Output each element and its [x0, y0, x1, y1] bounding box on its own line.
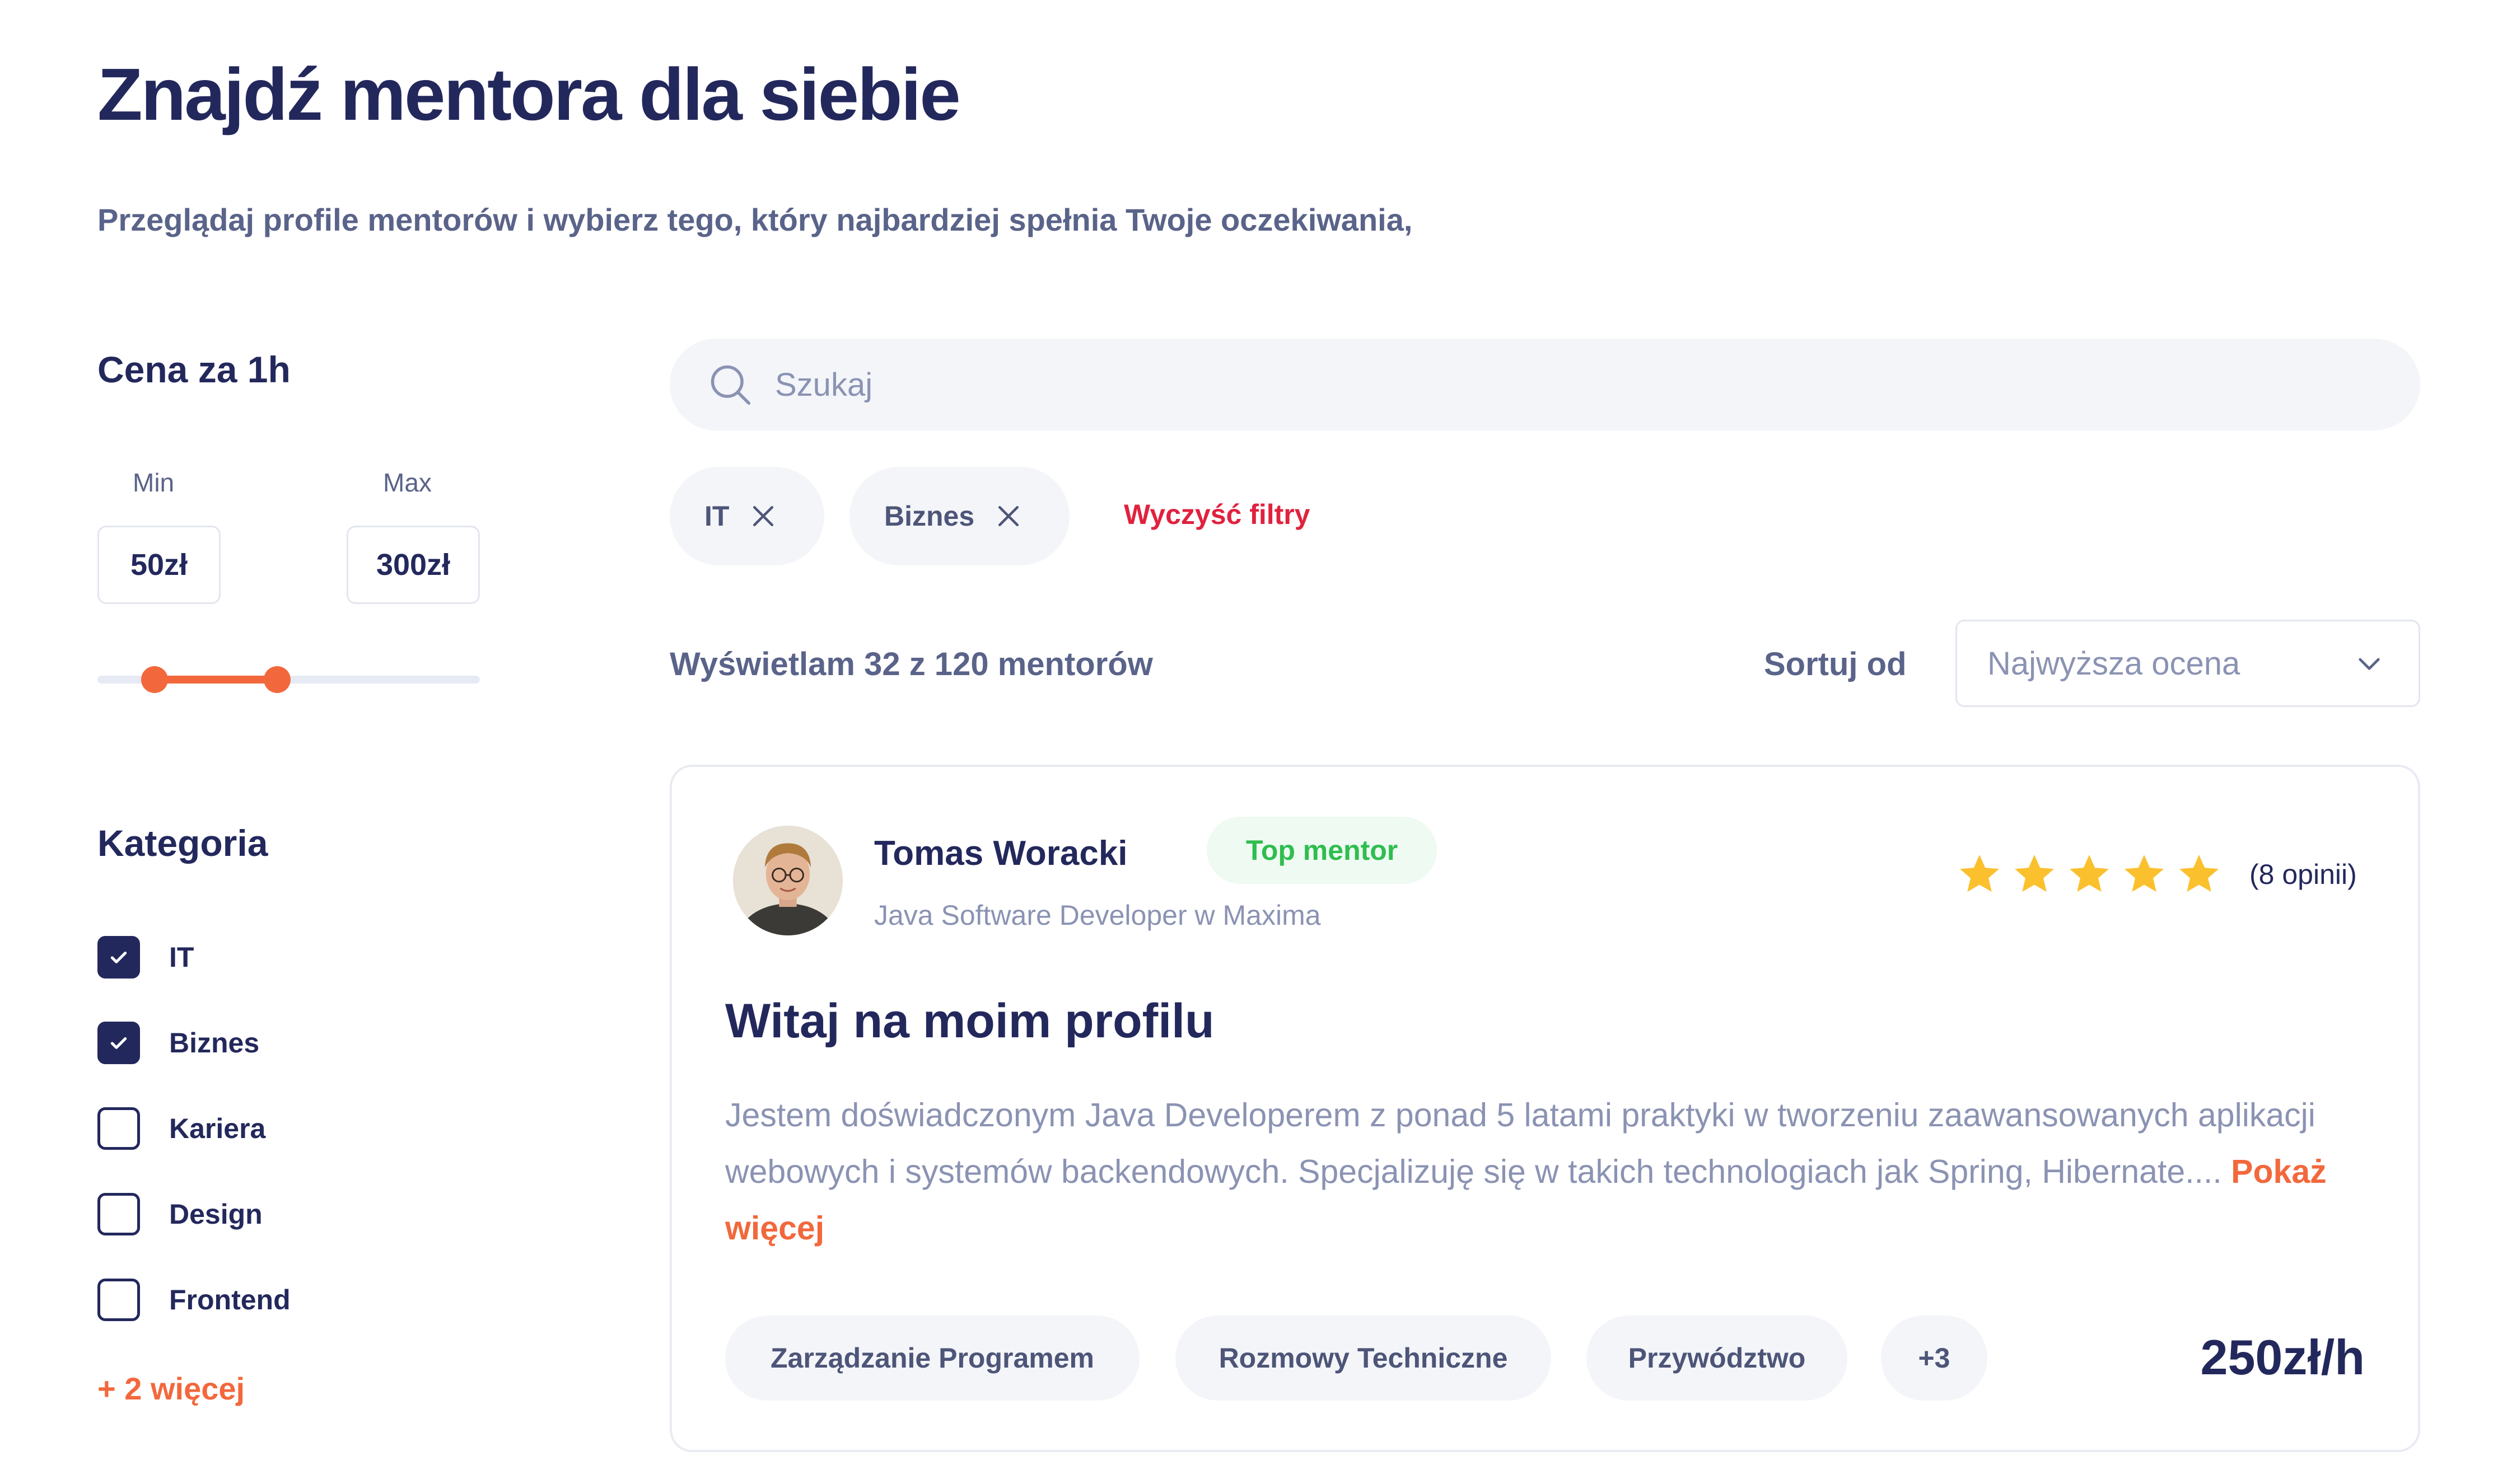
- price-slider-min-handle[interactable]: [141, 666, 169, 693]
- results-count: Wyświetlam 32 z 120 mentorów: [670, 646, 1153, 682]
- profile-description: Jestem doświadczonym Java Developerem z …: [725, 1087, 2371, 1257]
- max-price-input[interactable]: 300zł: [347, 526, 480, 604]
- max-label: Max: [383, 468, 432, 497]
- category-item-biznes[interactable]: Biznes: [97, 1020, 291, 1065]
- close-icon[interactable]: [748, 501, 778, 531]
- skill-tag[interactable]: Przywództwo: [1586, 1316, 1847, 1401]
- star-icon: [2125, 855, 2164, 892]
- sort-label: Sortuj od: [1764, 646, 1907, 682]
- reviews-count[interactable]: (8 opinii): [2249, 858, 2357, 891]
- star-icon: [2179, 855, 2219, 892]
- more-categories-link[interactable]: + 2 więcej: [97, 1370, 245, 1407]
- star-icon: [2070, 855, 2109, 892]
- search-input[interactable]: [774, 365, 2344, 404]
- mentor-name[interactable]: Tomas Woracki: [874, 834, 1128, 873]
- profile-title: Witaj na moim profilu: [725, 994, 1215, 1048]
- search-bar[interactable]: [670, 339, 2420, 430]
- more-tags-badge[interactable]: +3: [1881, 1316, 1987, 1401]
- mentor-avatar-image: [733, 826, 843, 935]
- min-price-input[interactable]: 50zł: [97, 526, 221, 604]
- category-item-it[interactable]: IT: [97, 935, 291, 980]
- price-slider-max-handle[interactable]: [264, 666, 291, 693]
- checkbox-design[interactable]: [97, 1193, 140, 1235]
- avatar[interactable]: [733, 826, 843, 935]
- skill-tag[interactable]: Zarządzanie Programem: [725, 1316, 1140, 1401]
- star-icon: [1960, 855, 1999, 892]
- min-label: Min: [133, 468, 175, 497]
- page-subtitle: Przeglądaj profile mentorów i wybierz te…: [97, 202, 1413, 237]
- sort-select-value: Najwyższa ocena: [1987, 645, 2240, 682]
- filter-chip-it[interactable]: IT: [670, 467, 824, 565]
- price-slider-range: [155, 676, 277, 684]
- filter-chip-biznes[interactable]: Biznes: [849, 467, 1070, 565]
- check-icon: [110, 952, 127, 963]
- mentor-card[interactable]: Tomas Woracki Top mentor Java Software D…: [670, 765, 2420, 1452]
- category-label-it: IT: [169, 942, 194, 973]
- checkbox-frontend[interactable]: [97, 1279, 140, 1321]
- checkbox-it[interactable]: [97, 936, 140, 979]
- mentor-role: Java Software Developer w Maxima: [874, 900, 1321, 931]
- category-item-kariera[interactable]: Kariera: [97, 1106, 291, 1151]
- skill-tag[interactable]: Rozmowy Techniczne: [1175, 1316, 1551, 1401]
- category-label-frontend: Frontend: [169, 1284, 291, 1316]
- top-mentor-badge: Top mentor: [1207, 817, 1437, 884]
- checkbox-kariera[interactable]: [97, 1107, 140, 1150]
- category-label-kariera: Kariera: [169, 1113, 266, 1144]
- category-list: IT Biznes Kariera Design Frontend: [97, 935, 291, 1322]
- category-label-biznes: Biznes: [169, 1027, 260, 1059]
- checkbox-biznes[interactable]: [97, 1022, 140, 1064]
- mentor-price: 250zł/h: [2200, 1329, 2365, 1385]
- search-icon: [711, 365, 751, 405]
- filter-chip-label: IT: [704, 500, 730, 532]
- filter-chip-label: Biznes: [884, 500, 975, 532]
- star-icon: [2015, 855, 2054, 892]
- category-item-frontend[interactable]: Frontend: [97, 1277, 291, 1322]
- profile-description-text: Jestem doświadczonym Java Developerem z …: [725, 1097, 2315, 1190]
- rating: (8 opinii): [1956, 851, 2357, 898]
- clear-filters-link[interactable]: Wyczyść filtry: [1124, 498, 1310, 531]
- price-filter-heading: Cena za 1h: [97, 349, 291, 390]
- category-item-design[interactable]: Design: [97, 1192, 291, 1237]
- check-icon: [110, 1037, 127, 1049]
- close-icon[interactable]: [993, 501, 1024, 531]
- chevron-down-icon: [2359, 658, 2380, 670]
- page-title: Znajdź mentora dla siebie: [97, 53, 961, 135]
- category-label-design: Design: [169, 1199, 263, 1230]
- sort-select[interactable]: Najwyższa ocena: [1955, 620, 2420, 707]
- category-filter-heading: Kategoria: [97, 822, 268, 864]
